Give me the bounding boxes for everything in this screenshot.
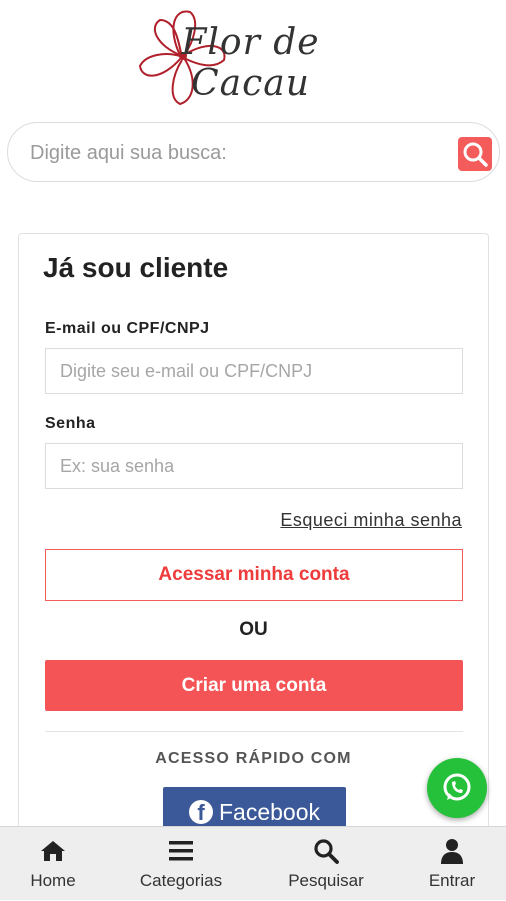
search-icon: [463, 142, 488, 167]
search-input[interactable]: [28, 137, 452, 169]
create-account-button[interactable]: Criar uma conta: [45, 660, 463, 711]
whatsapp-icon: [443, 773, 471, 801]
password-label: Senha: [45, 415, 96, 432]
brand-logo[interactable]: Flor de Cacau: [128, 0, 373, 112]
login-card: Já sou cliente E-mail ou CPF/CNPJ Senha …: [18, 233, 489, 853]
menu-icon: [169, 841, 193, 861]
page-title: Já sou cliente: [43, 252, 229, 283]
nav-label-entrar: Entrar: [428, 871, 476, 890]
quick-access-label: ACESSO RÁPIDO COM: [155, 750, 352, 767]
nav-item-pesquisar[interactable]: Pesquisar: [276, 827, 376, 901]
search-icon: [314, 839, 339, 864]
facebook-icon: f: [188, 800, 213, 824]
nav-label-categorias: Categorias: [139, 871, 223, 890]
nav-label-home: Home: [30, 871, 76, 890]
divider: [45, 731, 463, 732]
nav-item-entrar[interactable]: Entrar: [416, 827, 488, 901]
home-icon: [41, 841, 65, 861]
forgot-password-link[interactable]: Esqueci minha senha: [280, 510, 462, 531]
email-label: E-mail ou CPF/CNPJ: [45, 320, 210, 337]
access-account-button[interactable]: Acessar minha conta: [45, 549, 463, 601]
brand-logo-text: Flor de Cacau: [181, 22, 320, 104]
user-icon: [441, 839, 463, 864]
facebook-button-label: Facebook: [218, 798, 320, 825]
nav-label-pesquisar: Pesquisar: [288, 871, 364, 890]
search-button[interactable]: [458, 137, 492, 171]
nav-item-home[interactable]: Home: [12, 827, 94, 901]
whatsapp-button[interactable]: [427, 758, 487, 818]
bottom-navigation: Home Categorias Pesquisar Entrar: [0, 826, 506, 900]
or-separator: OU: [239, 619, 268, 640]
password-field[interactable]: [45, 443, 463, 489]
nav-item-categorias[interactable]: Categorias: [128, 827, 234, 901]
email-field[interactable]: [45, 348, 463, 394]
search-bar: [7, 122, 500, 182]
